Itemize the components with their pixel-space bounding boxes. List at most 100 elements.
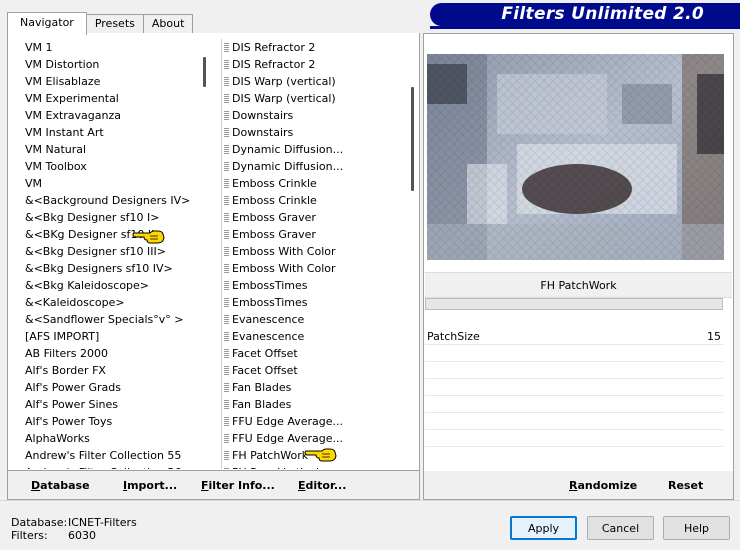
filter-list[interactable]: DIS Refractor 2 DIS Refractor 2 DIS Warp (…: [221, 39, 415, 469]
filter-list-item[interactable]: DIS Refractor 2: [222, 56, 415, 73]
import-button-label: mport...: [127, 479, 178, 492]
navigator-panel: VM 1 VM Distortion VM Elisablaze VM Experim…: [7, 33, 420, 471]
category-list-item[interactable]: Andrew's Filter Collection 55: [15, 447, 208, 464]
category-list-item[interactable]: AlphaWorks: [15, 430, 208, 447]
category-list-item[interactable]: VM Instant Art: [15, 124, 208, 141]
category-list-item[interactable]: AB Filters 2000: [15, 345, 208, 362]
randomize-button-label: andomize: [577, 479, 638, 492]
preview-button-bar: Randomize Reset: [424, 471, 733, 499]
empty-parameter-row: [425, 413, 723, 430]
reset-button-label: Reset: [668, 479, 704, 492]
selected-filter-name: FH PatchWork: [425, 272, 732, 298]
category-list-item[interactable]: VM Elisablaze: [15, 73, 208, 90]
category-list-item[interactable]: &<Bkg Designer sf10 I>: [15, 209, 208, 226]
app-title: Filters Unlimited 2.0: [501, 4, 704, 24]
filter-list-item[interactable]: Facet Offset: [222, 345, 415, 362]
filter-list-item[interactable]: EmbossTimes: [222, 277, 415, 294]
empty-parameter-row: [425, 396, 723, 413]
category-list-item[interactable]: &<Bkg Designer sf10 III>: [15, 243, 208, 260]
pointing-hand-icon: [304, 448, 337, 462]
randomize-button[interactable]: Randomize: [569, 479, 637, 492]
help-button[interactable]: Help: [663, 516, 730, 540]
title-banner: Filters Unlimited 2.0: [430, 3, 740, 26]
category-list-item[interactable]: VM Toolbox: [15, 158, 208, 175]
tab-navigator[interactable]: Navigator: [7, 12, 87, 35]
category-list-item[interactable]: Andrew's Filter Collection 56: [15, 464, 208, 469]
database-info: Database:ICNET-Filters: [11, 516, 137, 529]
editor-button[interactable]: Editor...: [298, 479, 346, 492]
filter-list-item[interactable]: FFU Edge Average...: [222, 413, 415, 430]
filter-list-item[interactable]: Downstairs: [222, 107, 415, 124]
filter-list-item[interactable]: Emboss Crinkle: [222, 192, 415, 209]
preview-panel: FH PatchWork PatchSize 15 Randomize Reset: [423, 33, 734, 500]
category-list-item[interactable]: VM: [15, 175, 208, 192]
category-list-item[interactable]: &<Bkg Designers sf10 IV>: [15, 260, 208, 277]
filter-list-item[interactable]: Facet Offset: [222, 362, 415, 379]
tab-bar: Navigator Presets About: [7, 12, 194, 35]
filter-list-item[interactable]: Emboss Crinkle: [222, 175, 415, 192]
category-list-item[interactable]: &<Bkg Kaleidoscope>: [15, 277, 208, 294]
filter-list-item[interactable]: Emboss Graver: [222, 226, 415, 243]
navigator-button-bar: Database Import... Filter Info... Editor…: [7, 471, 420, 500]
category-list-item[interactable]: &<Sandflower Specials°v° >: [15, 311, 208, 328]
database-label: Database:: [11, 516, 68, 529]
parameter-row[interactable]: PatchSize 15: [425, 328, 723, 345]
filters-info: Filters: 6030: [11, 529, 96, 542]
filter-list-item[interactable]: Emboss Graver: [222, 209, 415, 226]
filter-info-button-mnemonic: F: [201, 479, 209, 492]
tab-presets[interactable]: Presets: [85, 14, 144, 34]
filter-list-item[interactable]: Dynamic Diffusion...: [222, 158, 415, 175]
parameter-list: PatchSize 15: [425, 328, 723, 447]
database-value: ICNET-Filters: [68, 516, 137, 529]
cancel-button[interactable]: Cancel: [587, 516, 654, 540]
banner-stripe: [430, 26, 740, 29]
category-list-item[interactable]: VM Natural: [15, 141, 208, 158]
category-list-item[interactable]: Alf's Power Sines: [15, 396, 208, 413]
filter-list-item[interactable]: Dynamic Diffusion...: [222, 141, 415, 158]
category-list-item[interactable]: &<Kaleidoscope>: [15, 294, 208, 311]
import-button[interactable]: Import...: [123, 479, 177, 492]
apply-button[interactable]: Apply: [510, 516, 577, 540]
filter-info-button[interactable]: Filter Info...: [201, 479, 275, 492]
filters-count-label: Filters:: [11, 529, 48, 542]
filter-list-item[interactable]: Downstairs: [222, 124, 415, 141]
dialog-footer: Database:ICNET-Filters Filters: 6030 Appl…: [0, 500, 740, 550]
filter-list-item[interactable]: Emboss With Color: [222, 243, 415, 260]
category-list-item[interactable]: Alf's Power Toys: [15, 413, 208, 430]
category-list-item[interactable]: VM Extravaganza: [15, 107, 208, 124]
reset-button[interactable]: Reset: [668, 479, 703, 492]
category-list-item[interactable]: Alf's Power Grads: [15, 379, 208, 396]
filter-list-item[interactable]: Evanescence: [222, 311, 415, 328]
preview-image: [427, 54, 724, 260]
parameter-value[interactable]: 15: [707, 328, 721, 345]
category-list-item[interactable]: &<Background Designers IV>: [15, 192, 208, 209]
filter-list-item[interactable]: Emboss With Color: [222, 260, 415, 277]
category-list-item[interactable]: VM Experimental: [15, 90, 208, 107]
filter-list-item[interactable]: DIS Warp (vertical): [222, 73, 415, 90]
filter-list-item[interactable]: DIS Warp (vertical): [222, 90, 415, 107]
filter-list-item[interactable]: Fan Blades: [222, 396, 415, 413]
filter-list-item[interactable]: EmbossTimes: [222, 294, 415, 311]
progress-bar: [425, 298, 723, 310]
category-list-item[interactable]: &<BKg Designer sf10 II>: [15, 226, 208, 243]
filters-unlimited-window: Navigator Presets About Filters Unlimite…: [0, 0, 740, 550]
empty-parameter-row: [425, 379, 723, 396]
database-button-mnemonic: D: [31, 479, 41, 492]
category-list-item[interactable]: [AFS IMPORT]: [15, 328, 208, 345]
parameter-name: PatchSize: [427, 330, 480, 343]
category-list-item[interactable]: VM Distortion: [15, 56, 208, 73]
filter-list-item[interactable]: Fan Blades: [222, 379, 415, 396]
category-list-item[interactable]: Alf's Border FX: [15, 362, 208, 379]
category-list-item[interactable]: VM 1: [15, 39, 208, 56]
empty-parameter-row: [425, 362, 723, 379]
pointing-hand-icon: [132, 230, 165, 244]
editor-button-mnemonic: E: [298, 479, 306, 492]
filter-list-item[interactable]: DIS Refractor 2: [222, 39, 415, 56]
empty-parameter-row: [425, 430, 723, 447]
database-button[interactable]: Database: [31, 479, 90, 492]
empty-parameter-row: [425, 345, 723, 362]
filter-list-item[interactable]: Evanescence: [222, 328, 415, 345]
tab-about[interactable]: About: [142, 14, 194, 34]
category-list[interactable]: VM 1 VM Distortion VM Elisablaze VM Experim…: [15, 39, 208, 469]
editor-button-label: ditor...: [305, 479, 347, 492]
